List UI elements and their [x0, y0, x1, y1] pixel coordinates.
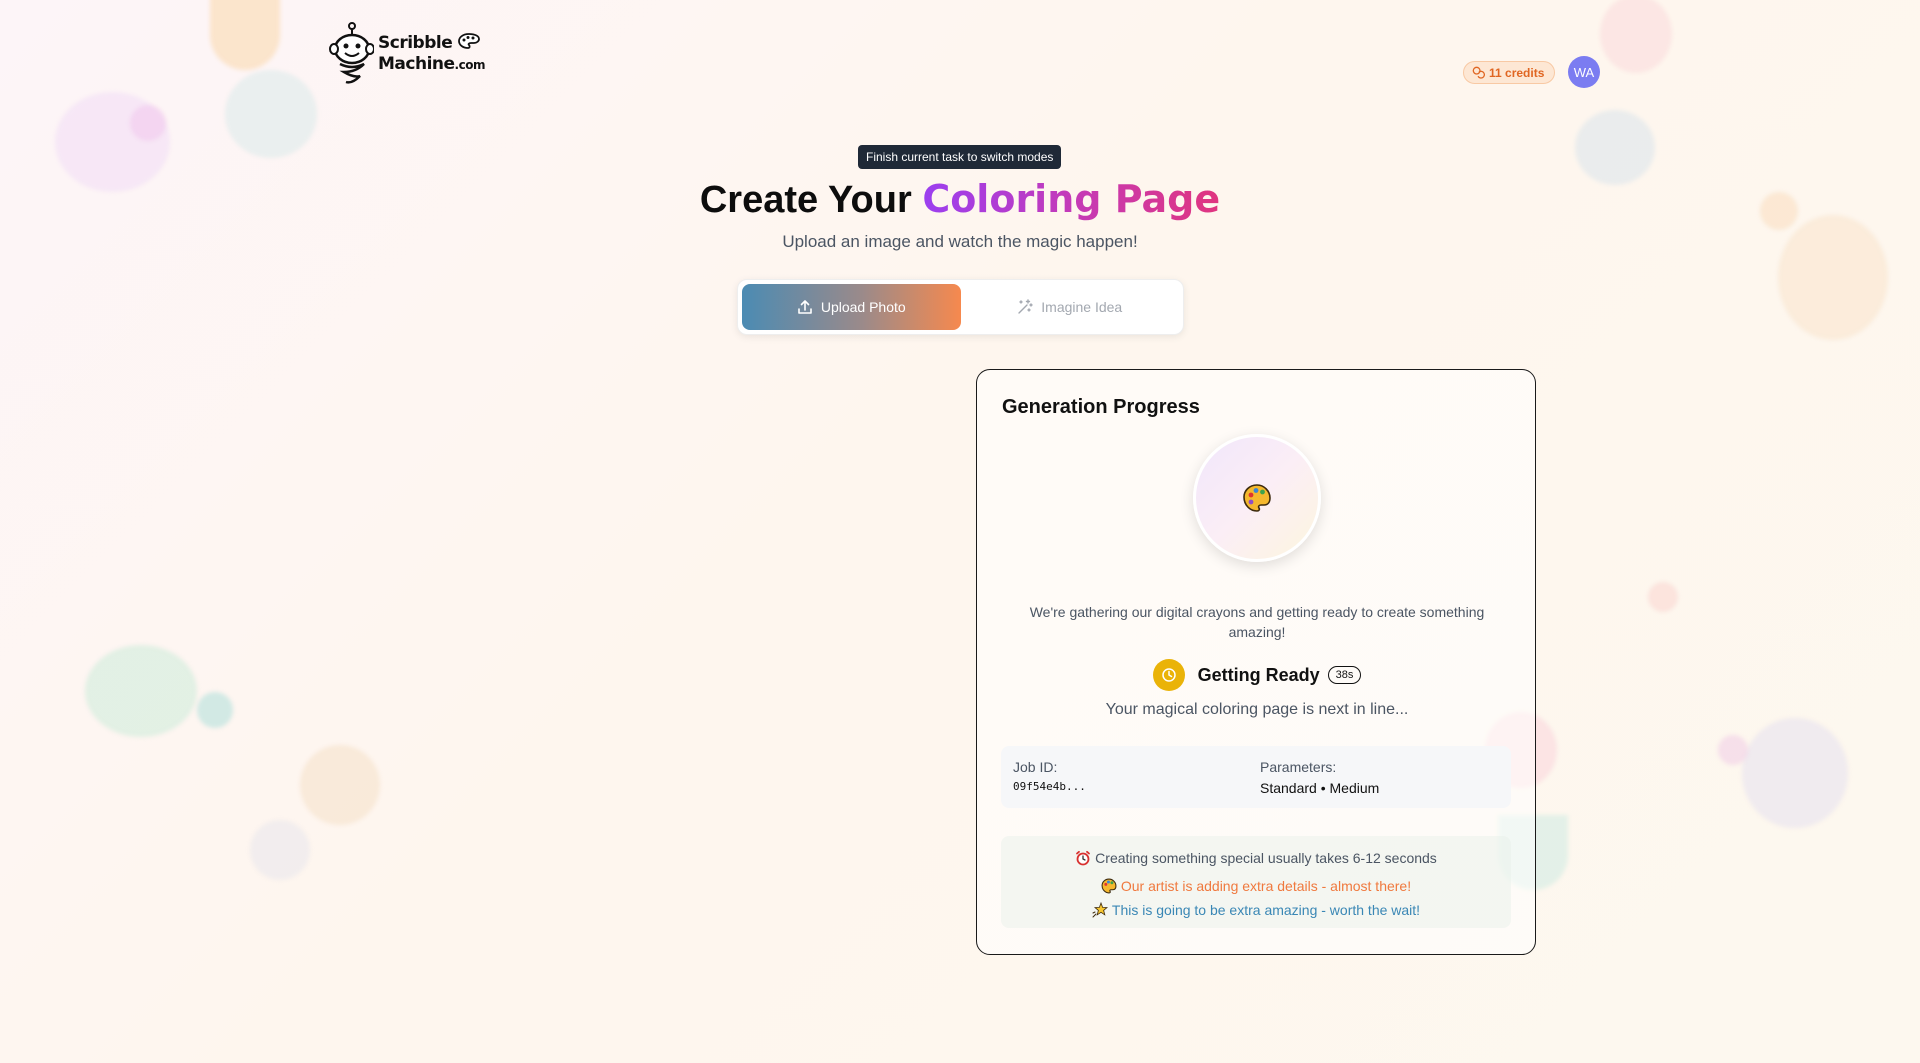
decorative-blob: [1742, 718, 1848, 828]
robot-icon: [329, 22, 374, 84]
imagine-idea-label: Imagine Idea: [1041, 299, 1123, 315]
parameters-label: Parameters:: [1260, 759, 1337, 775]
tips-box: Creating something special usually takes…: [1001, 836, 1511, 928]
decorative-blob: [225, 70, 317, 158]
palette-icon: [457, 32, 480, 49]
decorative-blob: [210, 0, 280, 70]
status-row: Getting Ready 38s: [977, 659, 1537, 691]
decorative-blob: [197, 692, 233, 728]
progress-message: We're gathering our digital crayons and …: [1029, 604, 1485, 640]
card-title: Generation Progress: [1002, 396, 1200, 418]
status-description: Your magical coloring page is next in li…: [1105, 701, 1409, 718]
page-subtitle: Upload an image and watch the magic happ…: [782, 232, 1138, 251]
tip-item: This is going to be extra amazing - wort…: [1001, 902, 1511, 918]
avatar[interactable]: WA: [1568, 56, 1600, 88]
progress-circle: [1193, 434, 1321, 562]
status-label: Getting Ready: [1197, 664, 1320, 685]
clock-icon: [1161, 668, 1176, 682]
decorative-blob: [85, 645, 197, 737]
coins-icon: [1472, 66, 1485, 79]
mode-toggle: Upload Photo Imagine Idea: [737, 279, 1184, 335]
upload-icon: [798, 300, 812, 314]
logo[interactable]: Scribble Machine.com: [326, 22, 485, 86]
parameters-value: Standard • Medium: [1260, 780, 1380, 796]
decorative-blob: [250, 820, 310, 880]
status-badge: [1152, 659, 1185, 691]
credits-badge[interactable]: 11 credits: [1463, 61, 1556, 84]
star-icon: [1092, 902, 1108, 918]
logo-line1: Scribble: [378, 33, 485, 54]
upload-photo-label: Upload Photo: [820, 299, 906, 315]
page-title-accent: Coloring Page: [922, 177, 1221, 221]
decorative-blob: [1718, 735, 1748, 765]
decorative-blob: [1575, 110, 1655, 185]
tip-item: Creating something special usually takes…: [1001, 850, 1511, 866]
sparkles-icon: [1018, 299, 1033, 314]
decorative-blob: [300, 745, 380, 825]
tip-item: Our artist is adding extra details - alm…: [1001, 878, 1511, 894]
decorative-blob: [130, 105, 166, 141]
logo-text: Scribble Machine.com: [378, 33, 485, 76]
mode-switch-tooltip: Finish current task to switch modes: [858, 145, 1062, 169]
elapsed-time-badge: 38s: [1327, 666, 1362, 684]
palette-icon: [1101, 878, 1117, 894]
logo-line2: Machine.com: [378, 53, 485, 74]
palette-icon: [1243, 484, 1271, 512]
decorative-blob: [1600, 0, 1672, 73]
generation-progress-card: Generation Progress We're gathering our …: [976, 369, 1536, 955]
imagine-idea-button[interactable]: Imagine Idea: [961, 284, 1180, 330]
alarm-clock-icon: [1076, 850, 1091, 866]
job-details: Job ID: 09f54e4b... Parameters: Standard…: [1001, 746, 1511, 808]
decorative-blob: [1648, 582, 1678, 612]
job-id-label: Job ID:: [1013, 759, 1058, 775]
job-id-value: 09f54e4b...: [1013, 780, 1086, 793]
page-title: Create Your Coloring Page: [699, 177, 1221, 221]
credits-label: 11 credits: [1489, 65, 1545, 80]
upload-photo-button[interactable]: Upload Photo: [742, 284, 961, 330]
